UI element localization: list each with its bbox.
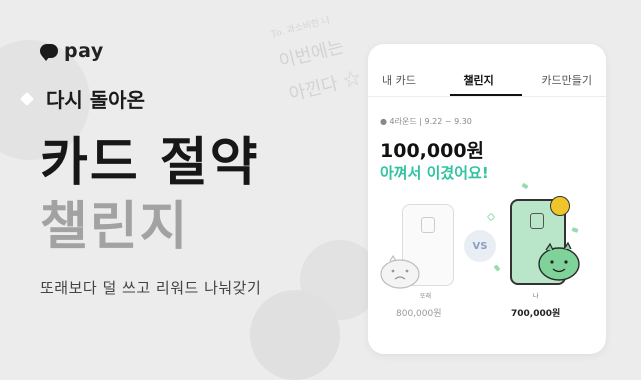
tab-my-card[interactable]: 내 카드 <box>382 72 416 96</box>
confetti <box>493 264 501 272</box>
peer-mascot-icon <box>380 254 420 289</box>
active-tab-indicator <box>450 94 522 96</box>
speech-bubble-icon <box>40 44 58 61</box>
phone-mockup: 내 카드 챌린지 카드만들기 ● 4라운드 | 9.22 ~ 9.30 100,… <box>368 44 606 354</box>
tab-bar: 내 카드 챌린지 카드만들기 <box>368 44 606 96</box>
result-message: 아껴서 이겼어요! <box>380 164 489 182</box>
round-info: ● 4라운드 | 9.22 ~ 9.30 <box>380 117 472 126</box>
tagline: 다시 돌아온 <box>46 88 145 112</box>
confetti <box>571 227 579 233</box>
card-chip-icon <box>421 217 435 233</box>
brand-name: pay <box>64 40 104 62</box>
tagline-row: 다시 돌아온 <box>19 84 340 113</box>
card-chip-icon <box>530 213 544 229</box>
medal-icon <box>550 196 570 216</box>
challenge-amount: 100,000원 <box>380 140 485 162</box>
tab-challenge[interactable]: 챌린지 <box>463 72 493 96</box>
tab-make-card[interactable]: 카드만들기 <box>541 72 592 96</box>
peer-label: 또래 <box>420 293 432 300</box>
confetti <box>486 212 496 222</box>
confetti <box>521 182 529 190</box>
tab-divider <box>368 96 606 97</box>
hero-subtitle: 또래보다 덜 쓰고 리워드 나눠갖기 <box>40 279 262 297</box>
background-coin <box>250 290 340 380</box>
brand-logo: pay <box>40 40 340 62</box>
peer-spending: 800,000원 <box>396 309 442 319</box>
my-label: 나 <box>533 293 539 300</box>
headline-primary: 카드 절약 <box>40 133 260 193</box>
vs-badge: VS <box>464 230 496 262</box>
my-spending: 700,000원 <box>511 309 561 319</box>
hero-section: pay 다시 돌아온 카드 절약 챌린지 또래보다 덜 쓰고 리워드 나눠갖기 <box>19 40 340 298</box>
headline-secondary: 챌린지 <box>40 197 190 257</box>
my-mascot-icon <box>538 241 580 281</box>
